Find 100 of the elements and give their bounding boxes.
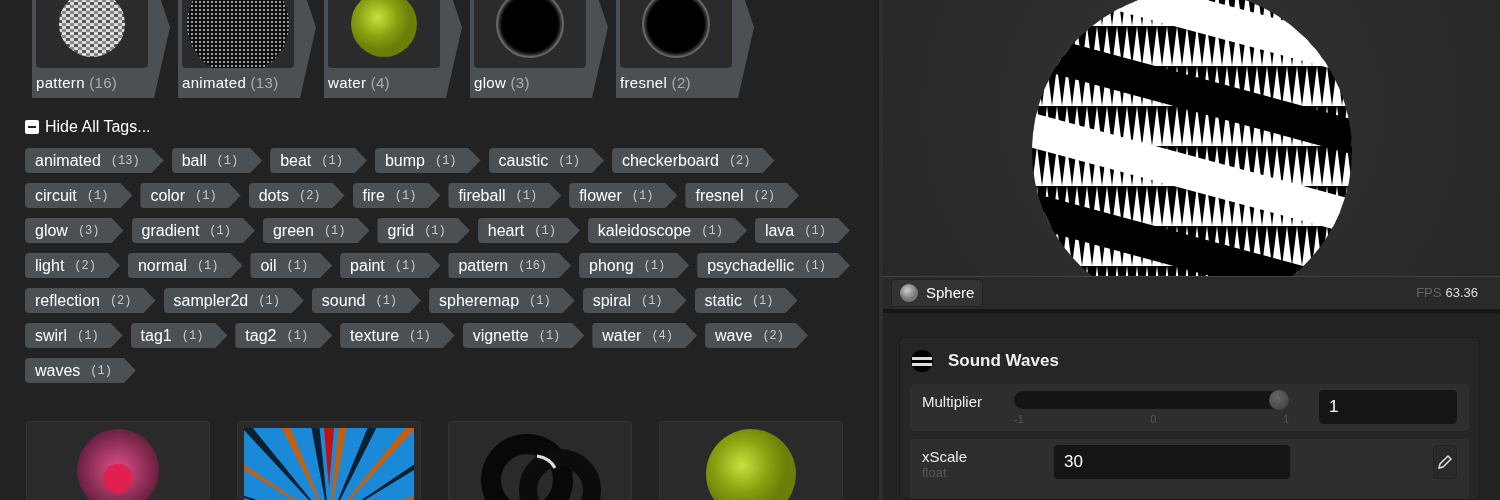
tag-name: sound <box>321 291 366 310</box>
tag-chip[interactable]: lava (1) <box>754 218 850 243</box>
tag-chip[interactable]: pattern (16) <box>448 253 572 278</box>
category-card[interactable]: fresnel (2) <box>616 0 754 98</box>
tag-chip[interactable]: tag1 (1) <box>130 323 228 348</box>
tag-name: light <box>35 256 65 275</box>
tag-chip[interactable]: psychadellic (1) <box>697 253 850 278</box>
tag-chip[interactable]: water (4) <box>592 323 698 348</box>
model-button[interactable]: Sphere <box>891 278 984 307</box>
tag-count: (1) <box>558 153 580 168</box>
tag-chip[interactable]: grid (1) <box>377 218 470 243</box>
tag-chip[interactable]: reflection (2) <box>25 288 156 313</box>
tag-chip[interactable]: dots (2) <box>248 183 345 208</box>
tag-count: (1) <box>409 328 431 343</box>
tag-count: (1) <box>209 223 231 238</box>
tag-name: color <box>150 186 186 205</box>
tag-chip[interactable]: phong (1) <box>579 253 690 278</box>
value-field[interactable]: 30 <box>1054 445 1290 479</box>
tag-count: (1) <box>751 293 774 308</box>
tag-count: (2) <box>298 188 321 203</box>
tag-chip[interactable]: flower (1) <box>569 183 678 208</box>
tag-chip[interactable]: waves (1) <box>25 358 136 383</box>
tag-count: (1) <box>434 153 457 168</box>
tag-chip[interactable]: sound (1) <box>311 288 422 313</box>
tag-name: normal <box>137 256 187 275</box>
tag-name: grid <box>387 221 415 240</box>
tag-chip[interactable]: wave (2) <box>705 323 808 348</box>
tag-chip[interactable]: glow (3) <box>25 218 124 243</box>
sphere-drawing <box>350 0 418 58</box>
tag-chip[interactable]: spiral (1) <box>582 288 687 313</box>
tag-chip[interactable]: static (1) <box>694 288 798 313</box>
shader-thumbnail[interactable] <box>659 421 843 500</box>
tag-count: (2) <box>753 188 776 203</box>
tag-count: (1) <box>538 328 561 343</box>
parameter-label: xScale <box>922 447 969 465</box>
tag-name: dots <box>258 186 289 205</box>
tag-chip[interactable]: fire (1) <box>352 183 441 208</box>
sphere-drawing <box>496 0 564 58</box>
category-card[interactable]: animated (13) <box>178 0 316 98</box>
tag-chip[interactable]: color (1) <box>140 183 241 208</box>
tag-name: pattern <box>458 256 509 275</box>
tag-chip[interactable]: checkerboard (2) <box>611 148 775 173</box>
tag-name: static <box>704 291 742 310</box>
tag-chip[interactable]: light (2) <box>25 253 120 278</box>
tag-chip[interactable]: kaleidoscope (1) <box>587 218 747 243</box>
sphere-icon <box>900 283 918 302</box>
tag-chip[interactable]: oil (1) <box>250 253 333 278</box>
tag-count: (1) <box>286 328 309 343</box>
category-card[interactable]: pattern (16) <box>32 0 170 98</box>
tag-name: swirl <box>35 326 67 345</box>
shader-thumbnail[interactable] <box>26 421 210 500</box>
tag-name: fire <box>362 186 385 205</box>
tag-name: spheremap <box>439 291 520 310</box>
striped-sphere-icon <box>910 349 934 373</box>
tag-chip[interactable]: beat (1) <box>270 148 367 173</box>
tag-name: reflection <box>35 291 100 310</box>
tag-name: gradient <box>141 221 200 240</box>
hide-tags-link[interactable]: Hide All Tags... <box>45 118 151 136</box>
tag-count: (1) <box>631 188 654 203</box>
tag-name: phong <box>589 256 634 275</box>
tag-count: (1) <box>701 223 723 238</box>
fps-value: 63.36 <box>1445 285 1478 301</box>
tag-name: heart <box>487 221 525 240</box>
tag-chip[interactable]: bump (1) <box>374 148 481 173</box>
tag-chip[interactable]: swirl (1) <box>25 323 123 348</box>
slider-thumb[interactable] <box>1269 390 1289 410</box>
tag-count: (1) <box>258 293 280 308</box>
tag-chip[interactable]: green (1) <box>262 218 370 243</box>
tag-chip[interactable]: spheremap (1) <box>429 288 575 313</box>
tag-chip[interactable]: ball (1) <box>171 148 263 173</box>
tag-chip[interactable]: circuit (1) <box>25 183 133 208</box>
tag-chip[interactable]: vignette (1) <box>462 323 585 348</box>
category-card[interactable]: glow (3) <box>470 0 608 98</box>
tag-chip[interactable]: texture (1) <box>340 323 455 348</box>
tag-chip[interactable]: animated (13) <box>25 148 164 173</box>
category-card[interactable]: water (4) <box>324 0 462 98</box>
tag-chip[interactable]: sampler2d (1) <box>163 288 304 313</box>
tag-count: (1) <box>90 363 112 378</box>
tag-chip[interactable]: caustic (1) <box>488 148 604 173</box>
tag-count: (1) <box>77 328 99 343</box>
tag-name: paint <box>350 256 385 275</box>
value-field[interactable]: 1 <box>1319 390 1457 424</box>
shader-thumbnail[interactable] <box>237 421 421 500</box>
tag-chip[interactable]: gradient (1) <box>131 218 255 243</box>
tag-chip[interactable]: fresnel (2) <box>685 183 800 208</box>
tag-count: (3) <box>77 223 100 238</box>
tag-chip[interactable]: tag2 (1) <box>235 323 333 348</box>
shader-thumbnail[interactable] <box>448 421 632 500</box>
tag-name: fireball <box>458 186 506 205</box>
tag-name: lava <box>764 221 795 240</box>
minus-box-icon[interactable] <box>25 120 39 134</box>
tag-chip[interactable]: normal (1) <box>127 253 243 278</box>
tag-count: (2) <box>109 293 132 308</box>
tag-chip[interactable]: heart (1) <box>477 218 580 243</box>
tag-chip[interactable]: fireball (1) <box>448 183 562 208</box>
tag-count: (1) <box>86 188 109 203</box>
tag-chip[interactable]: paint (1) <box>340 253 441 278</box>
tag-count: (1) <box>394 258 417 273</box>
edit-button[interactable] <box>1433 445 1457 479</box>
slider-track[interactable] <box>1014 391 1289 409</box>
